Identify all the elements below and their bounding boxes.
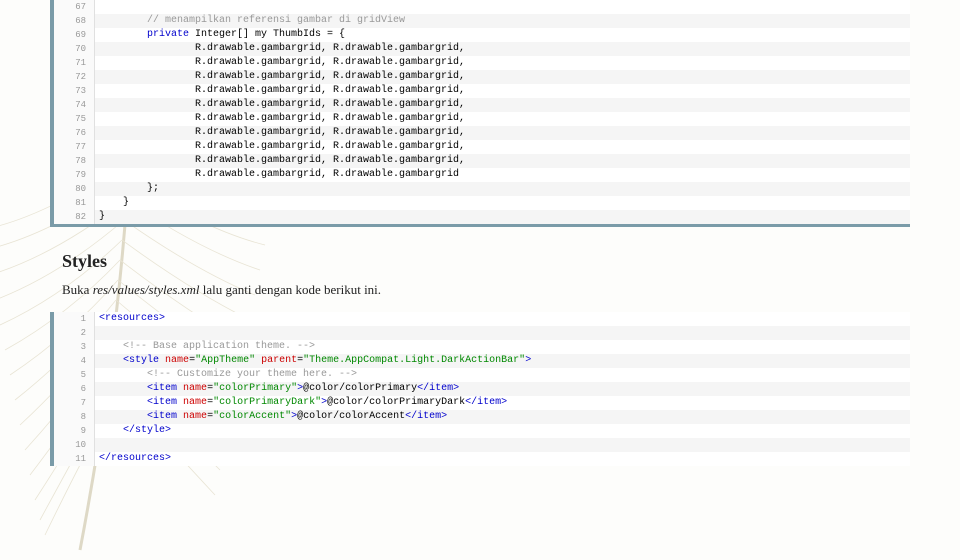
code-line: 82} bbox=[54, 210, 910, 224]
line-number: 4 bbox=[54, 354, 95, 368]
code-text: R.drawable.gambargrid, R.drawable.gambar… bbox=[95, 140, 911, 154]
code-line: 67 bbox=[54, 0, 910, 14]
line-number: 71 bbox=[54, 56, 95, 70]
code-line: 3 <!-- Base application theme. --> bbox=[54, 340, 910, 354]
line-number: 11 bbox=[54, 452, 95, 466]
line-number: 72 bbox=[54, 70, 95, 84]
line-number: 8 bbox=[54, 410, 95, 424]
line-number: 5 bbox=[54, 368, 95, 382]
code-text: <!-- Base application theme. --> bbox=[95, 340, 911, 354]
code-text: R.drawable.gambargrid, R.drawable.gambar… bbox=[95, 126, 911, 140]
line-number: 1 bbox=[54, 312, 95, 326]
heading-styles: Styles bbox=[62, 251, 960, 272]
line-number: 76 bbox=[54, 126, 95, 140]
code-text: R.drawable.gambargrid, R.drawable.gambar… bbox=[95, 112, 911, 126]
body-suffix: lalu ganti dengan kode berikut ini. bbox=[199, 282, 381, 297]
line-number: 10 bbox=[54, 438, 95, 452]
line-number: 77 bbox=[54, 140, 95, 154]
code-line: 9 </style> bbox=[54, 424, 910, 438]
line-number: 6 bbox=[54, 382, 95, 396]
line-number: 2 bbox=[54, 326, 95, 340]
code-line: 74 R.drawable.gambargrid, R.drawable.gam… bbox=[54, 98, 910, 112]
code-line: 10 bbox=[54, 438, 910, 452]
code-line: 71 R.drawable.gambargrid, R.drawable.gam… bbox=[54, 56, 910, 70]
code-line: 7 <item name="colorPrimaryDark">@color/c… bbox=[54, 396, 910, 410]
code-text: } bbox=[95, 210, 911, 224]
code-line: 5 <!-- Customize your theme here. --> bbox=[54, 368, 910, 382]
code-text: </resources> bbox=[95, 452, 911, 466]
code-text: <resources> bbox=[95, 312, 911, 326]
code-line: 80 }; bbox=[54, 182, 910, 196]
code-text: R.drawable.gambargrid, R.drawable.gambar… bbox=[95, 84, 911, 98]
code-text: }; bbox=[95, 182, 911, 196]
line-number: 68 bbox=[54, 14, 95, 28]
code-line: 72 R.drawable.gambargrid, R.drawable.gam… bbox=[54, 70, 910, 84]
line-number: 80 bbox=[54, 182, 95, 196]
code-line: 1<resources> bbox=[54, 312, 910, 326]
line-number: 78 bbox=[54, 154, 95, 168]
code-text bbox=[95, 438, 911, 452]
code-text: <!-- Customize your theme here. --> bbox=[95, 368, 911, 382]
code-text: // menampilkan referensi gambar di gridV… bbox=[95, 14, 911, 28]
code-text: <item name="colorAccent">@color/colorAcc… bbox=[95, 410, 911, 424]
line-number: 73 bbox=[54, 84, 95, 98]
code-text bbox=[95, 326, 911, 340]
code-line: 78 R.drawable.gambargrid, R.drawable.gam… bbox=[54, 154, 910, 168]
body-filename: res/values/styles.xml bbox=[93, 282, 200, 297]
code-text: R.drawable.gambargrid, R.drawable.gambar… bbox=[95, 42, 911, 56]
line-number: 79 bbox=[54, 168, 95, 182]
code-text: private Integer[] my ThumbIds = { bbox=[95, 28, 911, 42]
code-text: R.drawable.gambargrid, R.drawable.gambar… bbox=[95, 70, 911, 84]
line-number: 69 bbox=[54, 28, 95, 42]
code-line: 69 private Integer[] my ThumbIds = { bbox=[54, 28, 910, 42]
code-text: R.drawable.gambargrid, R.drawable.gambar… bbox=[95, 168, 911, 182]
line-number: 3 bbox=[54, 340, 95, 354]
line-number: 67 bbox=[54, 0, 95, 14]
code-line: 75 R.drawable.gambargrid, R.drawable.gam… bbox=[54, 112, 910, 126]
line-number: 7 bbox=[54, 396, 95, 410]
code-text: </style> bbox=[95, 424, 911, 438]
body-prefix: Buka bbox=[62, 282, 93, 297]
code-text: <item name="colorPrimary">@color/colorPr… bbox=[95, 382, 911, 396]
code-block-xml: 1<resources>2 3 <!-- Base application th… bbox=[50, 312, 910, 466]
code-line: 6 <item name="colorPrimary">@color/color… bbox=[54, 382, 910, 396]
code-text: R.drawable.gambargrid, R.drawable.gambar… bbox=[95, 56, 911, 70]
code-text bbox=[95, 0, 911, 14]
line-number: 75 bbox=[54, 112, 95, 126]
line-number: 74 bbox=[54, 98, 95, 112]
code-line: 81 } bbox=[54, 196, 910, 210]
code-block-java: 67 68 // menampilkan referensi gambar di… bbox=[50, 0, 910, 227]
code-line: 70 R.drawable.gambargrid, R.drawable.gam… bbox=[54, 42, 910, 56]
code-line: 76 R.drawable.gambargrid, R.drawable.gam… bbox=[54, 126, 910, 140]
code-line: 11</resources> bbox=[54, 452, 910, 466]
code-line: 68 // menampilkan referensi gambar di gr… bbox=[54, 14, 910, 28]
code-line: 2 bbox=[54, 326, 910, 340]
code-line: 4 <style name="AppTheme" parent="Theme.A… bbox=[54, 354, 910, 368]
line-number: 70 bbox=[54, 42, 95, 56]
body-text: Buka res/values/styles.xml lalu ganti de… bbox=[62, 282, 960, 298]
code-text: R.drawable.gambargrid, R.drawable.gambar… bbox=[95, 154, 911, 168]
line-number: 82 bbox=[54, 210, 95, 224]
line-number: 81 bbox=[54, 196, 95, 210]
code-text: R.drawable.gambargrid, R.drawable.gambar… bbox=[95, 98, 911, 112]
code-line: 77 R.drawable.gambargrid, R.drawable.gam… bbox=[54, 140, 910, 154]
line-number: 9 bbox=[54, 424, 95, 438]
code-text: <item name="colorPrimaryDark">@color/col… bbox=[95, 396, 911, 410]
code-line: 79 R.drawable.gambargrid, R.drawable.gam… bbox=[54, 168, 910, 182]
code-line: 73 R.drawable.gambargrid, R.drawable.gam… bbox=[54, 84, 910, 98]
code-line: 8 <item name="colorAccent">@color/colorA… bbox=[54, 410, 910, 424]
code-text: <style name="AppTheme" parent="Theme.App… bbox=[95, 354, 911, 368]
code-text: } bbox=[95, 196, 911, 210]
